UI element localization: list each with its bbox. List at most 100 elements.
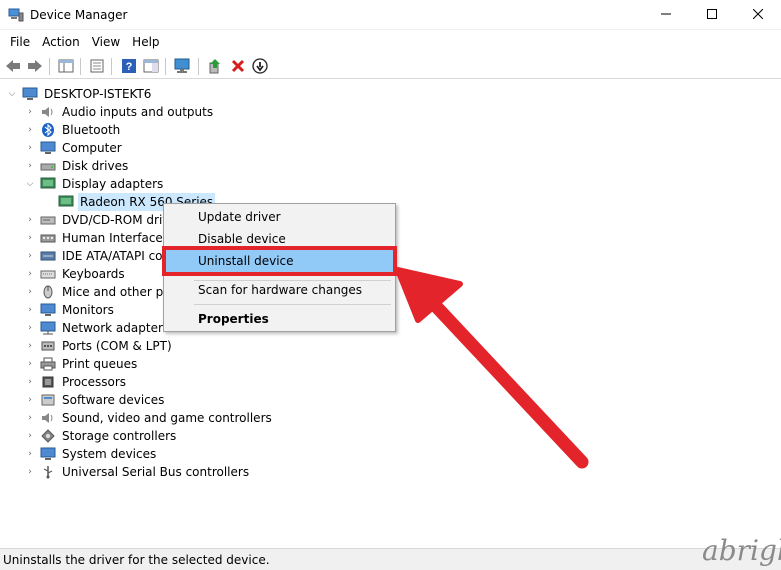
scan-hardware-icon[interactable] bbox=[174, 57, 192, 75]
chevron-right-icon[interactable]: › bbox=[24, 373, 36, 391]
tree-item-storage[interactable]: › Storage controllers bbox=[24, 427, 178, 445]
tree-item-processors[interactable]: › Processors bbox=[24, 373, 128, 391]
hid-icon bbox=[40, 231, 56, 245]
menu-file[interactable]: File bbox=[4, 32, 36, 52]
tree-item-dvd[interactable]: › DVD/CD-ROM driv bbox=[24, 211, 171, 229]
tree-item-bluetooth[interactable]: › Bluetooth bbox=[24, 121, 122, 139]
tree-item-hid[interactable]: › Human Interface D bbox=[24, 229, 178, 247]
watermark-text: abrigh bbox=[702, 534, 781, 567]
menu-view[interactable]: View bbox=[86, 32, 126, 52]
keyboard-icon bbox=[40, 267, 56, 281]
tree-item-software-devices[interactable]: › Software devices bbox=[24, 391, 166, 409]
tree-item-disk-drives[interactable]: › Disk drives bbox=[24, 157, 130, 175]
mouse-icon bbox=[40, 285, 56, 299]
menu-help[interactable]: Help bbox=[126, 32, 165, 52]
tree-item-mice[interactable]: › Mice and other poi bbox=[24, 283, 176, 301]
properties-icon[interactable] bbox=[88, 57, 106, 75]
system-device-icon bbox=[40, 447, 56, 461]
tree-item-print-queues[interactable]: › Print queues bbox=[24, 355, 139, 373]
status-text: Uninstalls the driver for the selected d… bbox=[3, 553, 270, 567]
chevron-right-icon[interactable]: › bbox=[24, 283, 36, 301]
device-manager-icon bbox=[8, 8, 24, 22]
ide-controller-icon bbox=[40, 249, 56, 263]
tree-root[interactable]: ⌵ DESKTOP-ISTEKT6 bbox=[6, 85, 153, 103]
ctx-update-driver[interactable]: Update driver bbox=[166, 206, 393, 228]
chevron-right-icon[interactable]: › bbox=[24, 157, 36, 175]
computer-icon bbox=[22, 87, 38, 101]
menu-action[interactable]: Action bbox=[36, 32, 86, 52]
tree-item-usb[interactable]: › Universal Serial Bus controllers bbox=[24, 463, 251, 481]
software-device-icon bbox=[40, 393, 56, 407]
tree-item-display-adapters[interactable]: ⌵ Display adapters bbox=[24, 175, 165, 193]
disk-drive-icon bbox=[40, 159, 56, 173]
ctx-disable-device[interactable]: Disable device bbox=[166, 228, 393, 250]
menu-separator bbox=[194, 304, 391, 305]
status-bar: Uninstalls the driver for the selected d… bbox=[0, 548, 781, 570]
tree-item-monitors[interactable]: › Monitors bbox=[24, 301, 116, 319]
computer-icon bbox=[40, 141, 56, 155]
help-icon[interactable]: ? bbox=[120, 57, 138, 75]
dvd-icon bbox=[40, 213, 56, 227]
maximize-icon bbox=[707, 8, 717, 22]
tree-item-audio[interactable]: › Audio inputs and outputs bbox=[24, 103, 215, 121]
title-bar: Device Manager bbox=[0, 0, 781, 30]
watermark: abrigh bbox=[696, 522, 781, 570]
tree-item-ide[interactable]: › IDE ATA/ATAPI con bbox=[24, 247, 172, 265]
ctx-uninstall-device[interactable]: Uninstall device bbox=[162, 246, 397, 276]
tree-item-network[interactable]: › Network adapters bbox=[24, 319, 171, 337]
back-icon[interactable] bbox=[4, 57, 22, 75]
minimize-button[interactable] bbox=[643, 0, 689, 30]
chevron-right-icon[interactable]: › bbox=[24, 139, 36, 157]
close-icon bbox=[752, 8, 764, 22]
chevron-right-icon[interactable]: › bbox=[24, 337, 36, 355]
context-menu: Update driver Disable device Uninstall d… bbox=[162, 203, 397, 332]
root-label: DESKTOP-ISTEKT6 bbox=[44, 87, 152, 101]
forward-icon[interactable] bbox=[26, 57, 44, 75]
close-button[interactable] bbox=[735, 0, 781, 30]
chevron-right-icon[interactable]: › bbox=[24, 463, 36, 481]
chevron-right-icon[interactable]: › bbox=[24, 211, 36, 229]
uninstall-icon[interactable] bbox=[229, 57, 247, 75]
sound-icon bbox=[40, 411, 56, 425]
toolbar: ? bbox=[0, 54, 781, 79]
minimize-icon bbox=[661, 8, 671, 22]
chevron-right-icon[interactable]: › bbox=[24, 103, 36, 121]
chevron-right-icon[interactable]: › bbox=[24, 319, 36, 337]
tree-item-keyboards[interactable]: › Keyboards bbox=[24, 265, 127, 283]
port-icon bbox=[40, 339, 56, 353]
tree-item-sound[interactable]: › Sound, video and game controllers bbox=[24, 409, 274, 427]
chevron-right-icon[interactable]: › bbox=[24, 427, 36, 445]
window-title: Device Manager bbox=[30, 8, 128, 22]
speaker-icon bbox=[40, 105, 56, 119]
chevron-right-icon[interactable]: › bbox=[24, 229, 36, 247]
chevron-down-icon[interactable]: ⌵ bbox=[24, 175, 36, 193]
chevron-right-icon[interactable]: › bbox=[24, 391, 36, 409]
tree-item-system-devices[interactable]: › System devices bbox=[24, 445, 158, 463]
chevron-right-icon[interactable]: › bbox=[24, 247, 36, 265]
chevron-right-icon[interactable]: › bbox=[24, 121, 36, 139]
processor-icon bbox=[40, 375, 56, 389]
display-adapter-icon bbox=[58, 195, 74, 209]
chevron-right-icon[interactable]: › bbox=[24, 445, 36, 463]
ctx-scan-hardware[interactable]: Scan for hardware changes bbox=[166, 279, 393, 301]
update-driver-icon[interactable] bbox=[206, 57, 224, 75]
ctx-properties[interactable]: Properties bbox=[166, 308, 393, 330]
network-adapter-icon bbox=[40, 321, 56, 335]
maximize-button[interactable] bbox=[689, 0, 735, 30]
tree-item-ports[interactable]: › Ports (COM & LPT) bbox=[24, 337, 174, 355]
chevron-down-icon[interactable]: ⌵ bbox=[6, 85, 18, 103]
action-pane-icon[interactable] bbox=[142, 57, 160, 75]
disable-icon[interactable] bbox=[251, 57, 269, 75]
chevron-right-icon[interactable]: › bbox=[24, 265, 36, 283]
chevron-right-icon[interactable]: › bbox=[24, 301, 36, 319]
tree-item-computer[interactable]: › Computer bbox=[24, 139, 124, 157]
menu-bar: File Action View Help bbox=[0, 31, 781, 53]
display-adapter-icon bbox=[40, 177, 56, 191]
bluetooth-icon bbox=[40, 123, 56, 137]
chevron-right-icon[interactable]: › bbox=[24, 409, 36, 427]
chevron-right-icon[interactable]: › bbox=[24, 355, 36, 373]
monitor-icon bbox=[40, 303, 56, 317]
printer-icon bbox=[40, 357, 56, 371]
show-hide-tree-icon[interactable] bbox=[57, 57, 75, 75]
storage-controller-icon bbox=[40, 429, 56, 443]
